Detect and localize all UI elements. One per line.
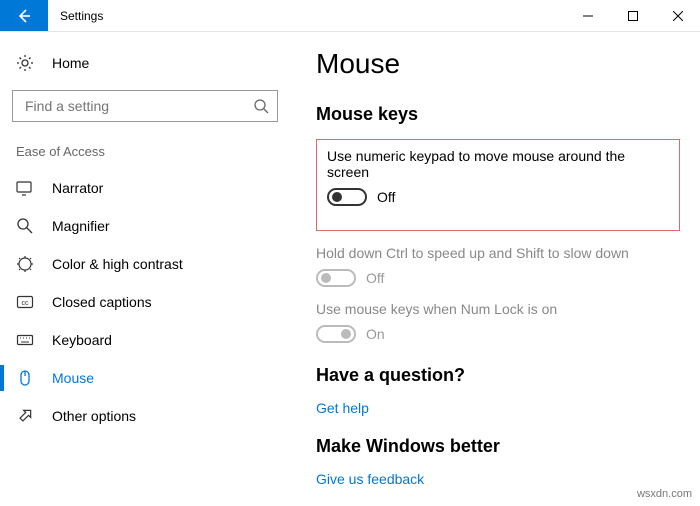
sidebar-item-mouse[interactable]: Mouse <box>0 359 290 397</box>
main-panel: Mouse Mouse keys Use numeric keypad to m… <box>290 32 700 506</box>
search-input[interactable] <box>23 97 253 115</box>
toggle-state: Off <box>377 189 395 205</box>
other-options-icon <box>16 407 34 425</box>
svg-text:cc: cc <box>22 300 30 307</box>
setting-label-numeric-keypad: Use numeric keypad to move mouse around … <box>327 148 669 180</box>
close-icon <box>673 11 683 21</box>
toggle-row-numlock: On <box>316 325 680 343</box>
sidebar: Home Ease of Access Narrator Magnifier <box>0 32 290 506</box>
toggle-row-numeric-keypad: Off <box>327 188 669 206</box>
highlighted-setting: Use numeric keypad to move mouse around … <box>316 139 680 231</box>
home-label: Home <box>52 55 89 71</box>
toggle-state: On <box>366 326 385 342</box>
sidebar-item-keyboard[interactable]: Keyboard <box>0 321 290 359</box>
setting-label-ctrl-shift: Hold down Ctrl to speed up and Shift to … <box>316 245 680 261</box>
closed-captions-icon: cc <box>16 293 34 311</box>
sidebar-item-label: Keyboard <box>52 332 112 348</box>
search-icon <box>253 98 269 114</box>
toggle-numeric-keypad[interactable] <box>327 188 367 206</box>
keyboard-icon <box>16 331 34 349</box>
arrow-left-icon <box>16 8 32 24</box>
narrator-icon <box>16 179 34 197</box>
magnifier-icon <box>16 217 34 235</box>
toggle-ctrl-shift <box>316 269 356 287</box>
sidebar-item-label: Closed captions <box>52 294 152 310</box>
window-controls <box>565 0 700 31</box>
maximize-icon <box>628 11 638 21</box>
sidebar-item-label: Magnifier <box>52 218 110 234</box>
contrast-icon <box>16 255 34 273</box>
toggle-row-ctrl-shift: Off <box>316 269 680 287</box>
minimize-button[interactable] <box>565 0 610 31</box>
minimize-icon <box>583 11 593 21</box>
sidebar-item-closed-captions[interactable]: cc Closed captions <box>0 283 290 321</box>
sidebar-item-other-options[interactable]: Other options <box>0 397 290 435</box>
sidebar-item-label: Color & high contrast <box>52 256 183 272</box>
search-box[interactable] <box>12 90 278 122</box>
window-title: Settings <box>48 0 565 31</box>
section-heading-better: Make Windows better <box>316 436 680 457</box>
back-button[interactable] <box>0 0 48 31</box>
titlebar: Settings <box>0 0 700 32</box>
sidebar-section-header: Ease of Access <box>0 140 290 169</box>
get-help-link[interactable]: Get help <box>316 400 680 416</box>
home-button[interactable]: Home <box>0 44 290 82</box>
sidebar-item-label: Other options <box>52 408 136 424</box>
mouse-icon <box>16 369 34 387</box>
watermark: wsxdn.com <box>637 488 692 500</box>
sidebar-item-narrator[interactable]: Narrator <box>0 169 290 207</box>
maximize-button[interactable] <box>610 0 655 31</box>
feedback-link[interactable]: Give us feedback <box>316 471 680 487</box>
toggle-numlock <box>316 325 356 343</box>
sidebar-item-label: Narrator <box>52 180 103 196</box>
section-heading-question: Have a question? <box>316 365 680 386</box>
sidebar-item-label: Mouse <box>52 370 94 386</box>
sidebar-item-color-contrast[interactable]: Color & high contrast <box>0 245 290 283</box>
setting-label-numlock: Use mouse keys when Num Lock is on <box>316 301 680 317</box>
section-heading-mouse-keys: Mouse keys <box>316 104 680 125</box>
page-title: Mouse <box>316 48 680 80</box>
sidebar-item-magnifier[interactable]: Magnifier <box>0 207 290 245</box>
close-button[interactable] <box>655 0 700 31</box>
gear-icon <box>16 54 34 72</box>
toggle-state: Off <box>366 270 384 286</box>
